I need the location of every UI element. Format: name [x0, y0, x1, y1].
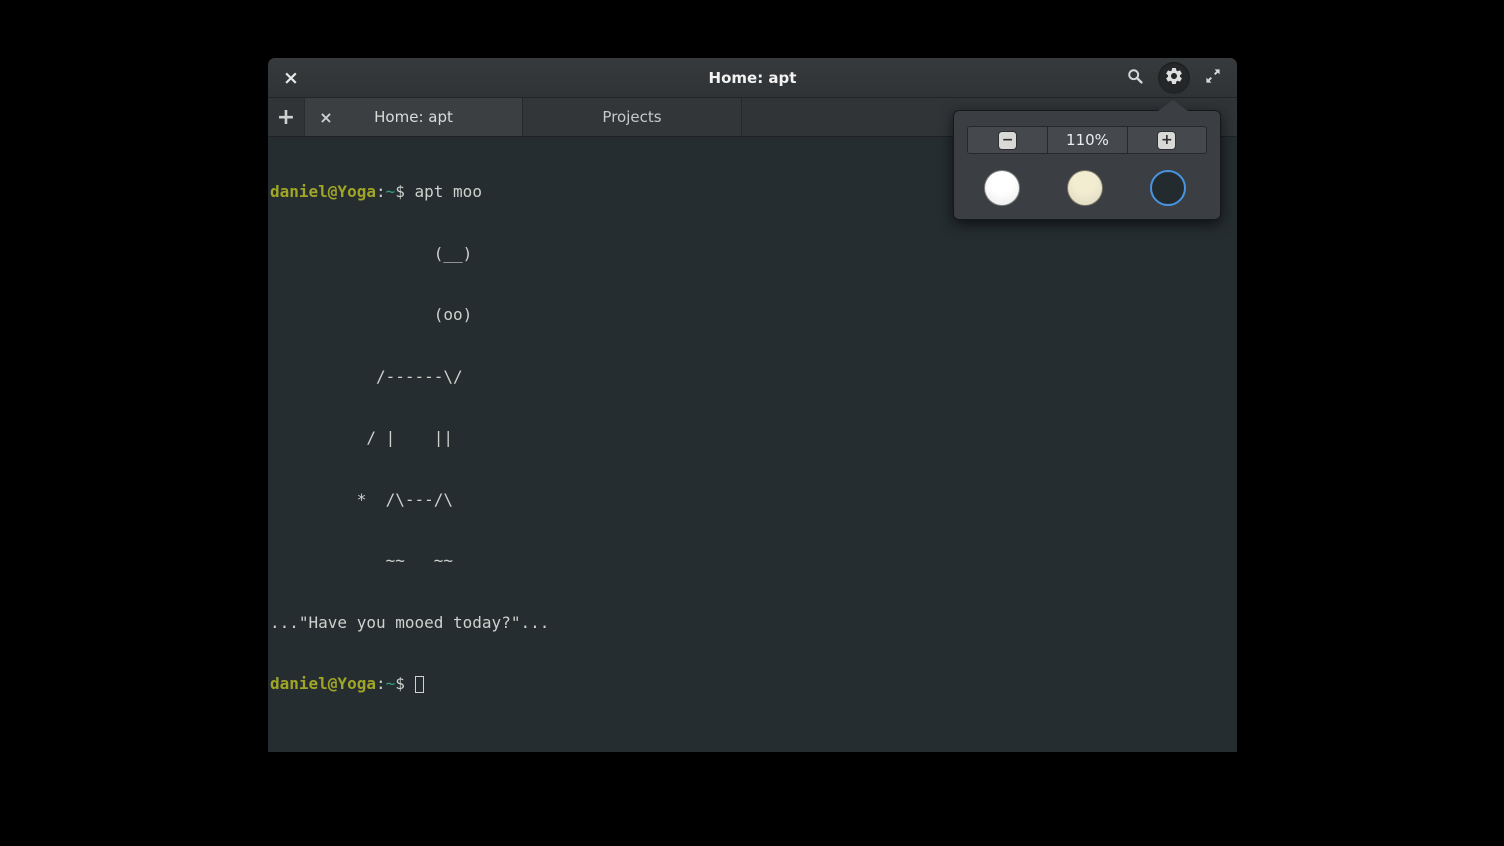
- popover-arrow: [1158, 100, 1188, 111]
- zoom-level-value: 110%: [1066, 131, 1109, 149]
- terminal-line: / | ||: [270, 428, 1235, 449]
- zoom-in-button[interactable]: +: [1127, 127, 1206, 153]
- terminal-line: /------\/: [270, 367, 1235, 388]
- close-icon: ×: [319, 108, 332, 127]
- window-title: Home: apt: [268, 58, 1237, 98]
- settings-button[interactable]: [1158, 62, 1190, 94]
- tab-home-apt[interactable]: × Home: apt: [305, 98, 523, 136]
- tab-label: Home: apt: [374, 108, 453, 126]
- command-text: apt moo: [415, 182, 482, 201]
- theme-sepia-swatch[interactable]: [1067, 170, 1103, 206]
- prompt-path: ~: [386, 674, 396, 693]
- theme-selector: [954, 170, 1220, 206]
- terminal-cursor: [415, 676, 424, 693]
- plus-icon: +: [1158, 132, 1175, 149]
- search-icon: [1127, 68, 1144, 89]
- zoom-level-button[interactable]: 110%: [1047, 127, 1126, 153]
- prompt-colon: :: [376, 182, 386, 201]
- terminal-line: daniel@Yoga:~$: [270, 674, 1235, 695]
- titlebar: × Home: apt: [268, 58, 1237, 98]
- tab-projects[interactable]: Projects: [523, 98, 742, 136]
- zoom-out-button[interactable]: −: [968, 127, 1047, 153]
- prompt-user-host: daniel@Yoga: [270, 674, 376, 693]
- terminal-screen[interactable]: daniel@Yoga:~$apt moo (__) (oo) /------\…: [268, 137, 1237, 752]
- tab-label: Projects: [602, 108, 661, 126]
- fullscreen-icon: [1205, 68, 1221, 88]
- minus-icon: −: [999, 132, 1016, 149]
- fullscreen-button[interactable]: [1197, 62, 1229, 94]
- terminal-line: ..."Have you mooed today?"...: [270, 613, 1235, 634]
- prompt-dollar: $: [395, 674, 405, 693]
- plus-icon: +: [277, 105, 295, 130]
- prompt-path: ~: [386, 182, 396, 201]
- theme-dark-swatch-selected[interactable]: [1150, 170, 1186, 206]
- terminal-line: (oo): [270, 305, 1235, 326]
- theme-light-swatch[interactable]: [984, 170, 1020, 206]
- tab-close-button[interactable]: ×: [315, 106, 337, 128]
- terminal-line: ~~ ~~: [270, 551, 1235, 572]
- prompt-colon: :: [376, 674, 386, 693]
- prompt-dollar: $: [395, 182, 405, 201]
- terminal-line: * /\---/\: [270, 490, 1235, 511]
- prompt-user-host: daniel@Yoga: [270, 182, 376, 201]
- new-tab-button[interactable]: +: [268, 98, 305, 136]
- terminal-line: (__): [270, 244, 1235, 265]
- search-button[interactable]: [1119, 62, 1151, 94]
- settings-popover: − 110% +: [953, 110, 1221, 220]
- titlebar-actions: [1119, 58, 1229, 98]
- zoom-control: − 110% +: [967, 126, 1207, 154]
- gear-icon: [1164, 66, 1184, 90]
